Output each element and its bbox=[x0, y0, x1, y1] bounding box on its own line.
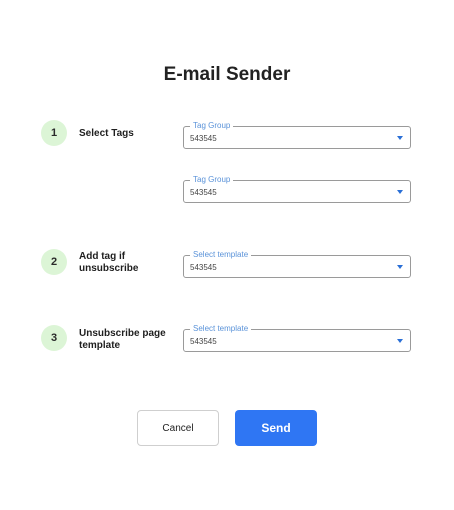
step-3-label: Unsubscribe page template bbox=[79, 328, 166, 351]
page-title: E-mail Sender bbox=[163, 64, 291, 85]
tag-group-select-1-value: 543545 bbox=[190, 134, 217, 143]
send-button[interactable]: Send bbox=[235, 410, 317, 446]
tag-group-select-2[interactable]: Tag Group 543545 bbox=[183, 175, 411, 203]
step-3-badge: 3 bbox=[41, 325, 67, 351]
tag-group-select-1-legend: Tag Group bbox=[190, 121, 234, 131]
unsubscribe-page-template-legend: Select template bbox=[190, 324, 252, 334]
step-1-label: Select Tags bbox=[79, 128, 134, 139]
tag-group-select-1[interactable]: Tag Group 543545 bbox=[183, 121, 411, 149]
step-2-badge: 2 bbox=[41, 249, 67, 275]
unsubscribe-tag-template-select[interactable]: Select template 543545 bbox=[183, 250, 411, 278]
unsubscribe-tag-template-legend: Select template bbox=[190, 250, 252, 260]
unsubscribe-page-template-value: 543545 bbox=[190, 337, 217, 346]
tag-group-select-2-legend: Tag Group bbox=[190, 175, 234, 185]
tag-group-select-2-value: 543545 bbox=[190, 188, 217, 197]
chevron-down-icon bbox=[397, 265, 403, 269]
chevron-down-icon bbox=[397, 339, 403, 343]
step-2-label: Add tag if unsubscribe bbox=[79, 251, 139, 274]
unsubscribe-page-template-select[interactable]: Select template 543545 bbox=[183, 324, 411, 352]
step-1-badge: 1 bbox=[41, 120, 67, 146]
unsubscribe-tag-template-value: 543545 bbox=[190, 263, 217, 272]
chevron-down-icon bbox=[397, 136, 403, 140]
chevron-down-icon bbox=[397, 190, 403, 194]
cancel-button[interactable]: Cancel bbox=[137, 410, 219, 446]
